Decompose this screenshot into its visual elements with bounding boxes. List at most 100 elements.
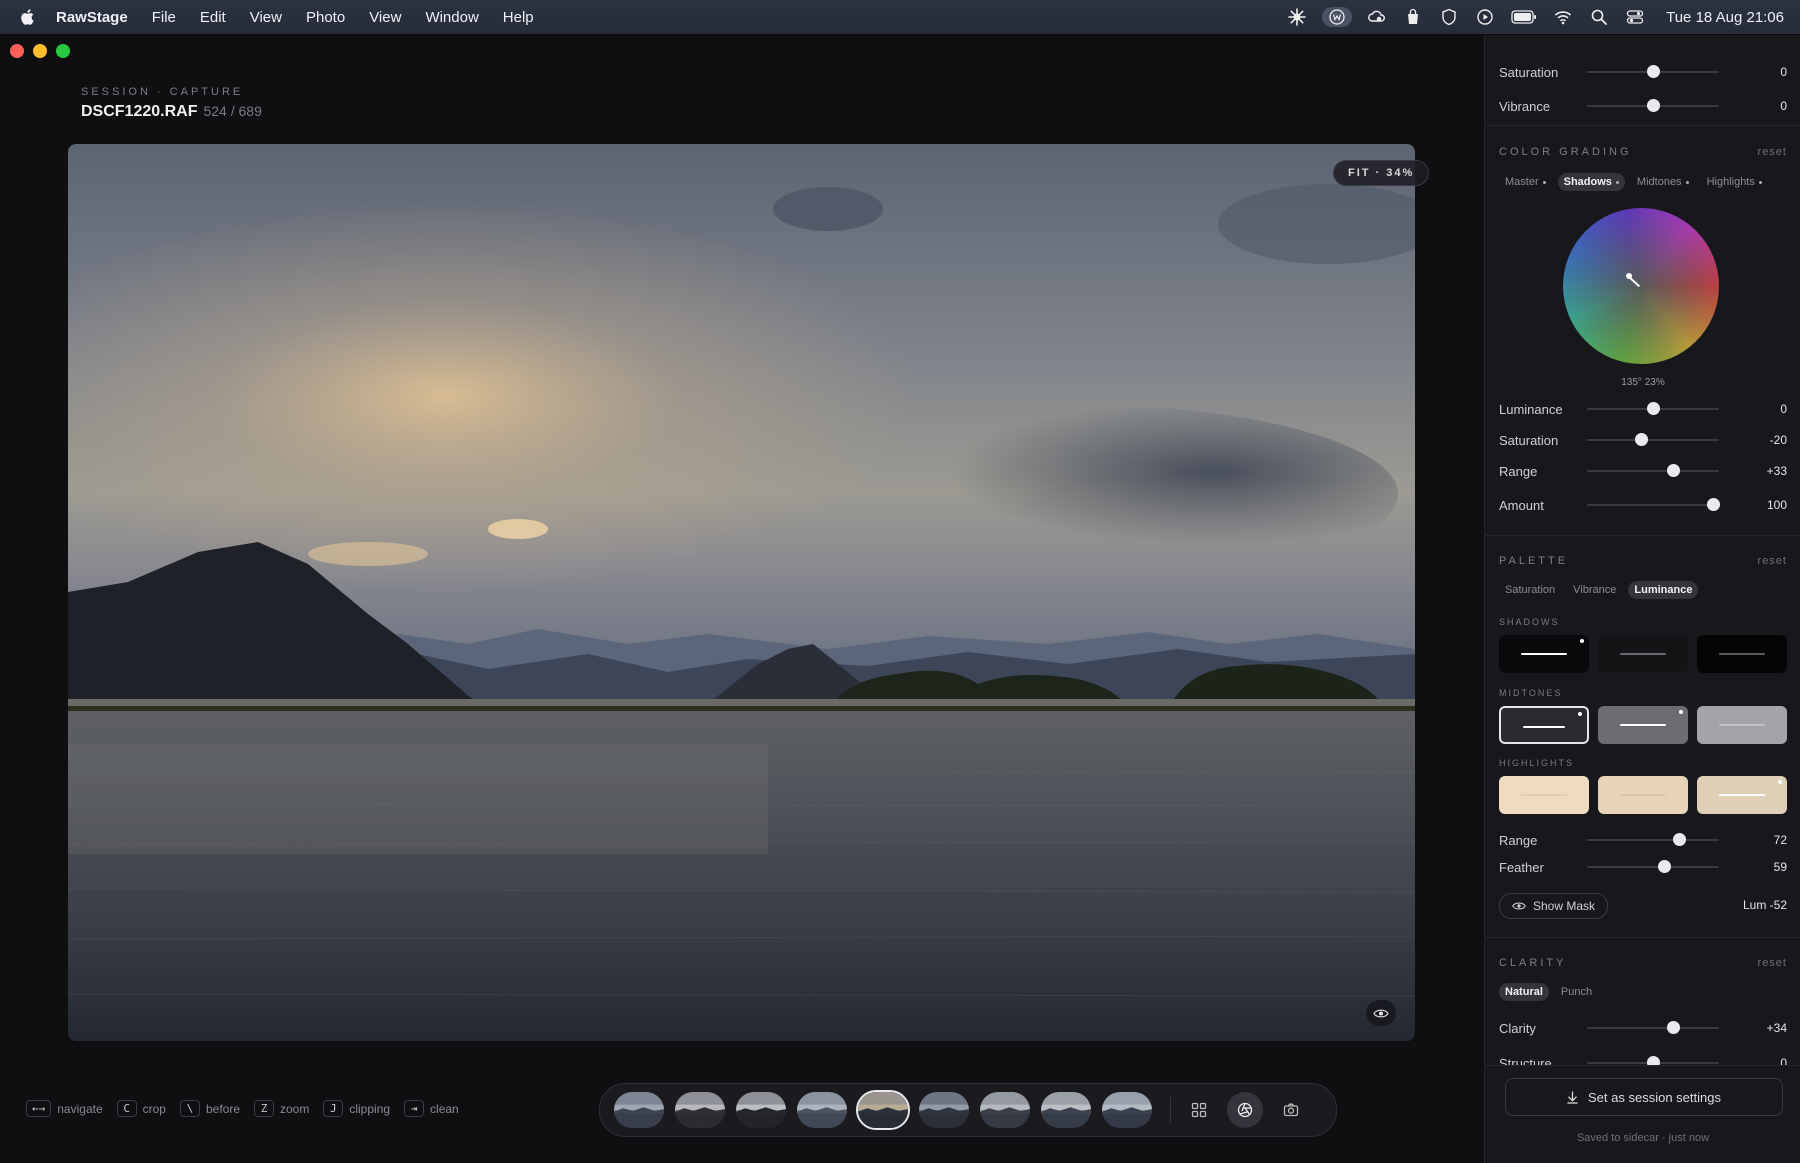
slider-knob[interactable] — [1647, 99, 1660, 112]
menu-edit[interactable]: Edit — [200, 9, 226, 26]
menu-file[interactable]: File — [152, 9, 176, 26]
slider-vibrance-top[interactable]: Vibrance 0 — [1499, 96, 1787, 116]
tab-palette-luminance[interactable]: Luminance — [1628, 581, 1699, 599]
slider-palette-feather[interactable]: Feather 59 — [1499, 857, 1787, 877]
tab-punch[interactable]: Punch — [1555, 983, 1598, 1001]
tab-dot — [1685, 180, 1689, 184]
circle-w-icon[interactable] — [1322, 7, 1353, 27]
app-name-menu[interactable]: RawStage — [56, 9, 128, 26]
menu-help[interactable]: Help — [503, 9, 534, 26]
slider-amount[interactable]: Amount 100 — [1499, 495, 1787, 515]
slider-knob[interactable] — [1707, 498, 1721, 511]
wifi-icon[interactable] — [1552, 7, 1574, 27]
zoom-window-button[interactable] — [56, 44, 70, 58]
slider-knob[interactable] — [1673, 833, 1687, 846]
menu-view-2[interactable]: View — [369, 9, 401, 26]
slider-track[interactable] — [1587, 464, 1719, 477]
slider-knob[interactable] — [1647, 402, 1660, 415]
set-session-settings-button[interactable]: Set as session settings — [1505, 1078, 1783, 1116]
slider-knob[interactable] — [1667, 464, 1681, 477]
eye-icon[interactable] — [1366, 1000, 1396, 1026]
slider-track[interactable] — [1587, 402, 1719, 415]
tab-shadows[interactable]: Shadows — [1557, 173, 1625, 191]
slider-track[interactable] — [1587, 833, 1719, 846]
show-mask-button[interactable]: Show Mask — [1499, 893, 1609, 919]
palette-swatch[interactable] — [1697, 706, 1787, 744]
close-window-button[interactable] — [10, 44, 24, 58]
grid-view-button[interactable] — [1181, 1092, 1217, 1128]
palette-swatch[interactable] — [1598, 776, 1688, 814]
palette-swatch[interactable] — [1598, 635, 1688, 673]
filmstrip-thumbnail[interactable] — [1100, 1090, 1154, 1130]
cloud-sync-icon[interactable] — [1366, 7, 1388, 27]
tab-palette-vibrance[interactable]: Vibrance — [1567, 581, 1622, 599]
filmstrip-thumbnail[interactable] — [795, 1090, 849, 1130]
slider-luminance[interactable]: Luminance 0 — [1499, 399, 1787, 419]
filmstrip-thumbnail[interactable] — [673, 1090, 727, 1130]
color-grading-reset[interactable]: reset — [1758, 146, 1787, 158]
slider-knob[interactable] — [1635, 433, 1649, 446]
play-icon[interactable] — [1474, 7, 1496, 27]
control-center-icon[interactable] — [1624, 7, 1646, 27]
slider-structure[interactable]: Structure 0 — [1499, 1053, 1787, 1065]
slider-track[interactable] — [1587, 498, 1721, 511]
sun-icon[interactable] — [1286, 7, 1308, 27]
section-divider — [1485, 937, 1800, 938]
capture-button[interactable] — [1273, 1092, 1309, 1128]
slider-track[interactable] — [1587, 1056, 1719, 1065]
palette-swatch[interactable] — [1697, 776, 1787, 814]
apple-icon[interactable] — [20, 8, 36, 26]
filmstrip-thumbnail[interactable] — [978, 1090, 1032, 1130]
tab-natural[interactable]: Natural — [1499, 983, 1549, 1001]
tab-master[interactable]: Master — [1499, 173, 1552, 191]
zoom-level-badge[interactable]: FIT · 34% — [1333, 160, 1430, 186]
palette-title: PALETTE — [1499, 555, 1569, 567]
menu-view[interactable]: View — [250, 9, 282, 26]
palette-swatch[interactable] — [1499, 776, 1589, 814]
slider-track[interactable] — [1587, 65, 1719, 78]
slider-track[interactable] — [1587, 99, 1719, 112]
slider-knob[interactable] — [1657, 860, 1671, 873]
palette-swatch[interactable] — [1697, 635, 1787, 673]
battery-icon[interactable] — [1510, 7, 1538, 27]
adjustments-scroll-area[interactable]: Saturation 0 Vibrance 0 COLOR GRADING re… — [1485, 35, 1800, 1065]
slider-range[interactable]: Range +33 — [1499, 461, 1787, 481]
tab-midtones[interactable]: Midtones — [1631, 173, 1695, 191]
slider-track[interactable] — [1587, 1021, 1719, 1034]
shield-icon[interactable] — [1438, 7, 1460, 27]
slider-saturation[interactable]: Saturation -20 — [1499, 430, 1787, 450]
swatch-curve-line — [1521, 653, 1567, 655]
search-icon[interactable] — [1588, 7, 1610, 27]
color-wheel-handle[interactable] — [1626, 273, 1632, 279]
slider-clarity[interactable]: Clarity +34 — [1499, 1018, 1787, 1038]
palette-swatch[interactable] — [1499, 706, 1589, 744]
bag-icon[interactable] — [1402, 7, 1424, 27]
filmstrip-thumbnail[interactable] — [856, 1090, 910, 1130]
filmstrip-thumbnail[interactable] — [612, 1090, 666, 1130]
aperture-mode-button[interactable] — [1227, 1092, 1263, 1128]
slider-track[interactable] — [1587, 433, 1719, 446]
filmstrip-thumbnail[interactable] — [734, 1090, 788, 1130]
filmstrip-thumbnails — [612, 1090, 1154, 1130]
palette-swatch[interactable] — [1499, 635, 1589, 673]
menubar-clock[interactable]: Tue 18 Aug 21:06 — [1666, 9, 1784, 26]
palette-swatch[interactable] — [1598, 706, 1688, 744]
menu-window[interactable]: Window — [425, 9, 478, 26]
slider-saturation-top[interactable]: Saturation 0 — [1499, 62, 1787, 82]
color-wheel[interactable] — [1563, 208, 1719, 364]
tab-highlights[interactable]: Highlights — [1701, 173, 1768, 191]
slider-palette-range[interactable]: Range 72 — [1499, 830, 1787, 850]
slider-track[interactable] — [1587, 860, 1719, 873]
filmstrip-thumbnail[interactable] — [1039, 1090, 1093, 1130]
slider-knob[interactable] — [1647, 65, 1660, 78]
clarity-reset[interactable]: reset — [1758, 957, 1787, 969]
filmstrip-thumbnail[interactable] — [917, 1090, 971, 1130]
slider-knob[interactable] — [1667, 1021, 1681, 1034]
tab-palette-saturation[interactable]: Saturation — [1499, 581, 1561, 599]
slider-knob[interactable] — [1647, 1056, 1660, 1065]
palette-reset[interactable]: reset — [1758, 555, 1787, 567]
menu-photo[interactable]: Photo — [306, 9, 345, 26]
photo-viewer[interactable] — [68, 144, 1415, 1041]
minimize-window-button[interactable] — [33, 44, 47, 58]
tab-label: Highlights — [1706, 176, 1755, 188]
